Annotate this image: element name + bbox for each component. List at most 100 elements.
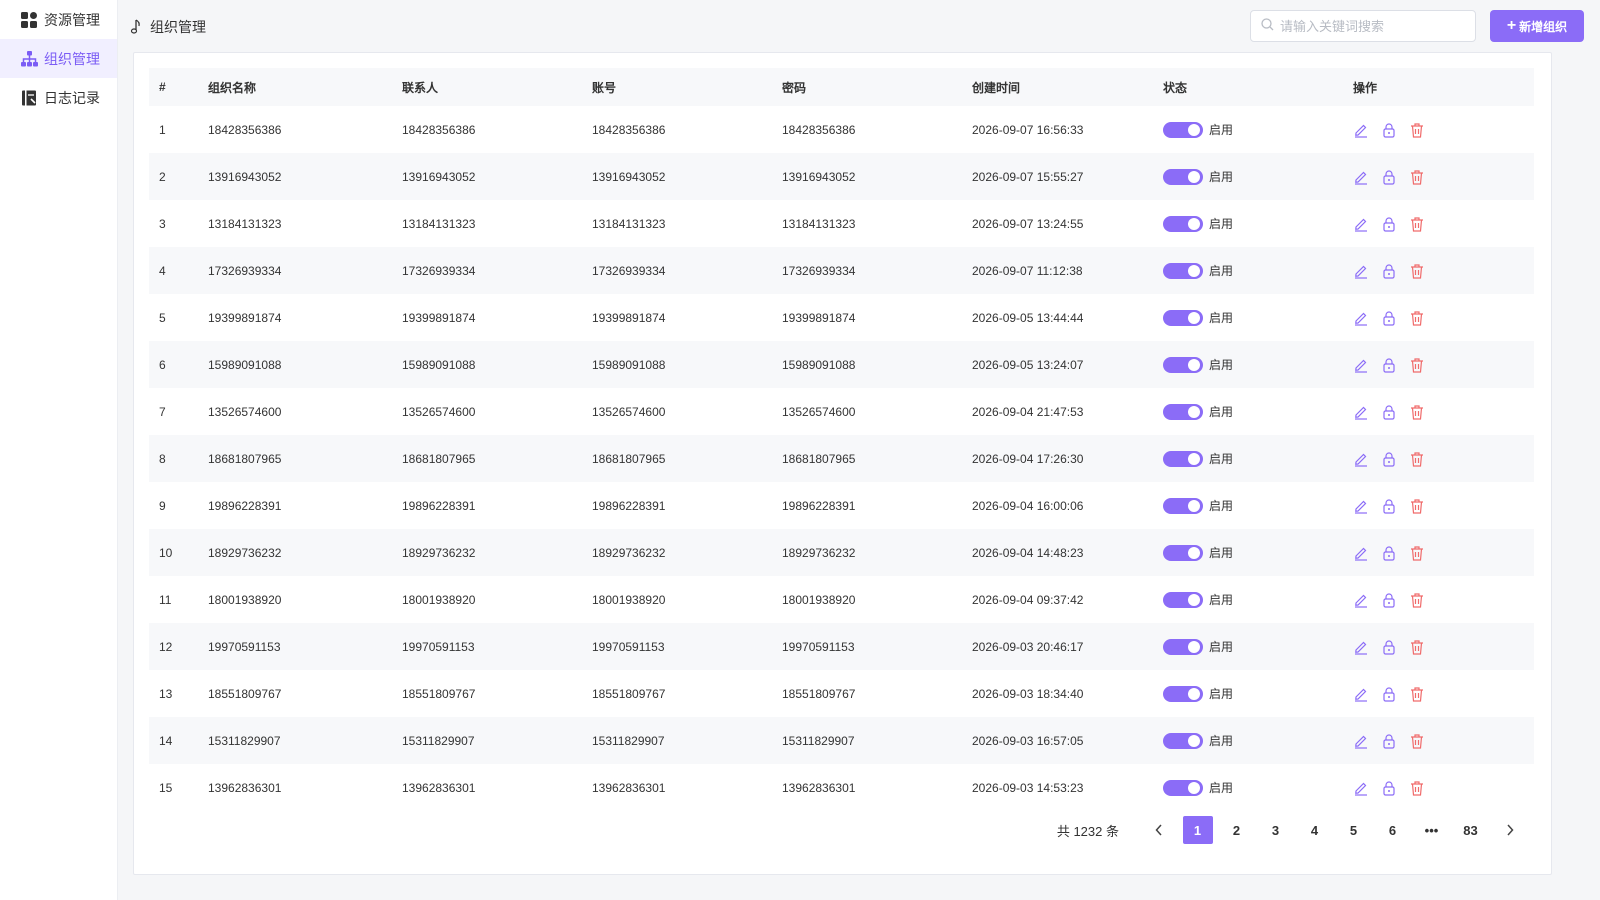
delete-icon[interactable] (1409, 404, 1425, 420)
status-toggle[interactable] (1163, 262, 1203, 279)
cell-org-name: 18929736232 (208, 545, 282, 560)
lock-icon[interactable] (1381, 451, 1397, 467)
status-toggle[interactable] (1163, 356, 1203, 373)
lock-icon[interactable] (1381, 357, 1397, 373)
cell-status: 启用 (1153, 529, 1343, 576)
page-button-6[interactable]: 6 (1378, 816, 1408, 844)
delete-icon[interactable] (1409, 216, 1425, 232)
cell-account: 13916943052 (592, 169, 666, 184)
lock-icon[interactable] (1381, 639, 1397, 655)
cell-index: 3 (159, 216, 166, 231)
edit-icon[interactable] (1353, 310, 1369, 326)
cell-org-name: 19896228391 (208, 498, 282, 513)
lock-icon[interactable] (1381, 263, 1397, 279)
delete-icon[interactable] (1409, 310, 1425, 326)
edit-icon[interactable] (1353, 498, 1369, 514)
cell-org-name: 18681807965 (208, 451, 282, 466)
delete-icon[interactable] (1409, 733, 1425, 749)
lock-icon[interactable] (1381, 592, 1397, 608)
delete-icon[interactable] (1409, 780, 1425, 796)
page-button-3[interactable]: 3 (1261, 816, 1291, 844)
edit-icon[interactable] (1353, 122, 1369, 138)
cell-contact: 13916943052 (402, 169, 476, 184)
page-button-last[interactable]: 83 (1456, 816, 1486, 844)
cell-created-time: 2026-09-07 15:55:27 (972, 169, 1084, 184)
search-box[interactable] (1250, 10, 1476, 42)
status-toggle[interactable] (1163, 497, 1203, 514)
status-toggle[interactable] (1163, 591, 1203, 608)
search-input[interactable] (1280, 18, 1470, 34)
edit-icon[interactable] (1353, 263, 1369, 279)
edit-icon[interactable] (1353, 686, 1369, 702)
delete-icon[interactable] (1409, 592, 1425, 608)
page-button-2[interactable]: 2 (1222, 816, 1252, 844)
edit-icon[interactable] (1353, 545, 1369, 561)
delete-icon[interactable] (1409, 498, 1425, 514)
lock-icon[interactable] (1381, 169, 1397, 185)
column-header-account: 账号 (592, 80, 617, 95)
edit-icon[interactable] (1353, 216, 1369, 232)
lock-icon[interactable] (1381, 733, 1397, 749)
table-row: 14 15311829907 15311829907 15311829907 15311… (149, 717, 1534, 764)
lock-icon[interactable] (1381, 686, 1397, 702)
delete-icon[interactable] (1409, 686, 1425, 702)
edit-icon[interactable] (1353, 451, 1369, 467)
delete-icon[interactable] (1409, 451, 1425, 467)
edit-icon[interactable] (1353, 357, 1369, 373)
top-bar: 组织管理 + 新增组织 (118, 0, 1600, 52)
lock-icon[interactable] (1381, 404, 1397, 420)
status-toggle[interactable] (1163, 779, 1203, 796)
edit-icon[interactable] (1353, 169, 1369, 185)
status-toggle[interactable] (1163, 168, 1203, 185)
prev-page-button[interactable] (1144, 816, 1174, 844)
cell-org-name: 19970591153 (208, 639, 281, 654)
page-button-4[interactable]: 4 (1300, 816, 1330, 844)
chevron-left-icon (1154, 824, 1162, 836)
cell-created-time: 2026-09-07 13:24:55 (972, 216, 1084, 231)
status-toggle[interactable] (1163, 450, 1203, 467)
cell-password: 18929736232 (782, 545, 856, 560)
edit-icon[interactable] (1353, 733, 1369, 749)
delete-icon[interactable] (1409, 639, 1425, 655)
lock-icon[interactable] (1381, 545, 1397, 561)
page-button-5[interactable]: 5 (1339, 816, 1369, 844)
cell-actions (1343, 623, 1534, 670)
delete-icon[interactable] (1409, 263, 1425, 279)
status-toggle[interactable] (1163, 215, 1203, 232)
sidebar-item-resources[interactable]: 资源管理 (0, 0, 117, 39)
sidebar-item-logs[interactable]: 日志记录 (0, 78, 117, 117)
status-toggle[interactable] (1163, 685, 1203, 702)
lock-icon[interactable] (1381, 498, 1397, 514)
status-toggle[interactable] (1163, 309, 1203, 326)
status-toggle[interactable] (1163, 638, 1203, 655)
cell-contact: 19896228391 (402, 498, 476, 513)
sidebar-item-organizations[interactable]: 组织管理 (0, 39, 117, 78)
add-organization-button[interactable]: + 新增组织 (1490, 10, 1584, 42)
delete-icon[interactable] (1409, 169, 1425, 185)
page-ellipsis-button[interactable]: ••• (1417, 816, 1447, 844)
page-button-1[interactable]: 1 (1182, 816, 1213, 844)
status-toggle[interactable] (1163, 732, 1203, 749)
cell-account: 18428356386 (592, 122, 666, 137)
next-page-button[interactable] (1495, 816, 1525, 844)
edit-icon[interactable] (1353, 592, 1369, 608)
status-toggle[interactable] (1163, 121, 1203, 138)
status-toggle[interactable] (1163, 544, 1203, 561)
cell-actions (1343, 247, 1534, 294)
delete-icon[interactable] (1409, 122, 1425, 138)
status-toggle[interactable] (1163, 403, 1203, 420)
cell-index: 1 (159, 122, 166, 137)
edit-icon[interactable] (1353, 404, 1369, 420)
edit-icon[interactable] (1353, 639, 1369, 655)
table-scroll-area[interactable]: # 组织名称 联系人 账号 密码 创建时间 状态 操作 1 18428356386… (149, 68, 1536, 808)
lock-icon[interactable] (1381, 310, 1397, 326)
cell-index: 14 (159, 733, 173, 748)
delete-icon[interactable] (1409, 545, 1425, 561)
lock-icon[interactable] (1381, 216, 1397, 232)
lock-icon[interactable] (1381, 122, 1397, 138)
lock-icon[interactable] (1381, 780, 1397, 796)
edit-icon[interactable] (1353, 780, 1369, 796)
cell-actions (1343, 294, 1534, 341)
delete-icon[interactable] (1409, 357, 1425, 373)
cell-status: 启用 (1153, 717, 1343, 764)
